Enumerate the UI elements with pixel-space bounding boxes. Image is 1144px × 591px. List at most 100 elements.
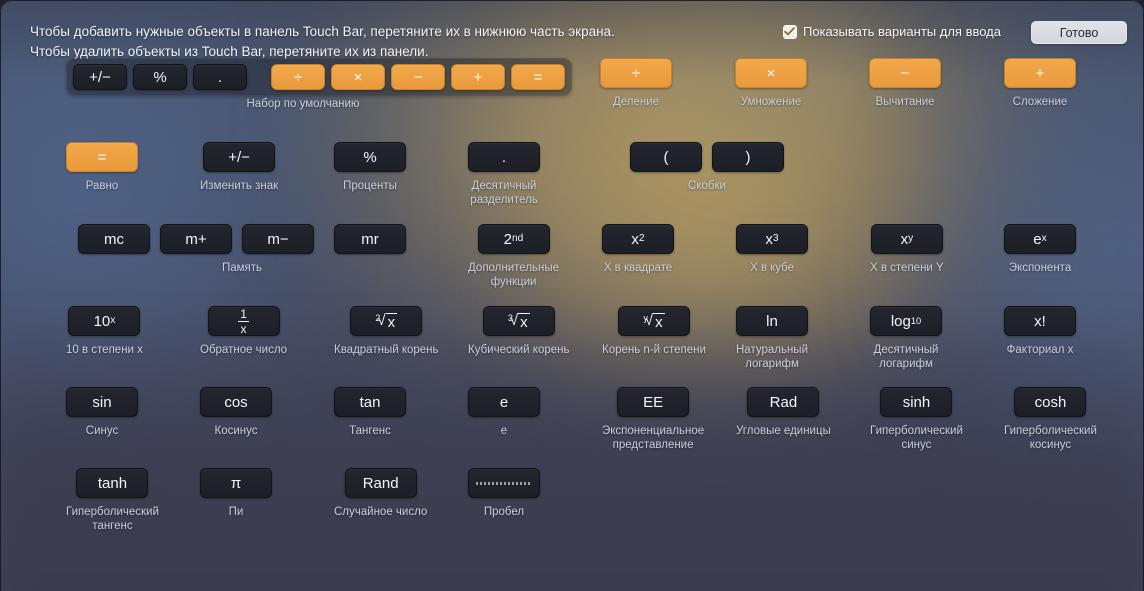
caption-cube-root: Кубический корень — [468, 344, 570, 356]
caption-factorial: Факториал x — [1006, 344, 1074, 356]
cell-memory-clear: mc — [78, 224, 150, 254]
key-nth-root[interactable]: y √ x — [617, 306, 690, 336]
default-key-1[interactable]: % — [133, 64, 187, 90]
default-key-5[interactable]: − — [391, 64, 445, 90]
done-button-label: Готово — [1059, 25, 1099, 40]
key-equals[interactable]: = — [66, 142, 138, 172]
key-cube-root[interactable]: 3 √ x — [482, 306, 555, 336]
key-subtract[interactable]: − — [869, 58, 941, 88]
key-hyperbolic-sine[interactable]: sinh — [880, 387, 953, 417]
caption-pi: Пи — [228, 506, 244, 518]
default-set-caption: Набор по умолчанию — [246, 98, 360, 110]
key-ten-power-x[interactable]: 10 x — [68, 306, 141, 336]
row-misc: tanh Гиперболический тангенс π Пи Rand Случай… — [0, 468, 1144, 548]
key-percent[interactable]: % — [334, 142, 406, 172]
key-divide[interactable]: ÷ — [600, 58, 672, 88]
done-button[interactable]: Готово — [1031, 21, 1127, 44]
key-hyperbolic-cosine[interactable]: cosh — [1014, 387, 1087, 417]
key-random-number[interactable]: Rand — [344, 468, 417, 498]
caption-sign-change: Изменить знак — [200, 180, 279, 192]
caption-nth-root: Корень n-й степени — [602, 344, 706, 356]
default-key-0[interactable]: +/− — [73, 64, 127, 90]
caption-decimal-separator: Десятичный разделитель — [470, 180, 538, 206]
row-default-set: +/−%. ÷ × − + = Набор по умолчанию ÷ Деление × У… — [0, 58, 1144, 142]
key-natural-log[interactable]: ln — [736, 306, 808, 336]
key-x-power-y[interactable]: xy — [870, 224, 943, 254]
key-parenthesis-open[interactable]: ( — [630, 142, 702, 172]
key-multiply[interactable]: × — [735, 58, 807, 88]
cell-natural-log: ln Натуральный логарифм — [736, 306, 808, 371]
cell-parenthesis-open: ( — [630, 142, 702, 172]
caption-reciprocal: Обратное число — [200, 344, 288, 356]
cell-equals: = Равно — [66, 142, 138, 193]
caption-natural-log: Натуральный логарифм — [736, 344, 808, 370]
default-key-6[interactable]: + — [451, 64, 505, 90]
cell-x-squared: x2 X в квадрате — [602, 224, 674, 275]
caption-equals: Равно — [85, 180, 119, 192]
cell-subtract: − Вычитание — [869, 58, 941, 109]
cell-sign-change: +/− Изменить знак — [200, 142, 278, 193]
show-typing-suggestions-checkbox[interactable]: Показывать варианты для ввода — [782, 24, 1001, 39]
key-square-root[interactable]: 2 √ x — [350, 306, 423, 336]
key-hyperbolic-tangent[interactable]: tanh — [76, 468, 149, 498]
key-parenthesis-close[interactable]: ) — [712, 142, 784, 172]
cell-x-cubed: x3 X в кубе — [736, 224, 808, 275]
cell-x-power-y: xy X в степени Y — [870, 224, 944, 275]
cell-log-ten: log 10 Десятичный логарифм — [870, 306, 942, 371]
caption-hyperbolic-sine: Гиперболический синус — [870, 425, 963, 451]
key-sign-change[interactable]: +/− — [203, 142, 276, 172]
key-exponential[interactable]: ex — [1004, 224, 1076, 254]
cell-space: Пробел — [468, 468, 540, 519]
default-key-3[interactable]: ÷ — [271, 64, 325, 90]
cell-percent: % Проценты — [334, 142, 406, 193]
caption-x-power-y: X в степени Y — [870, 262, 944, 274]
key-space[interactable] — [468, 468, 540, 498]
cell-angle-units: Rad Угловые единицы — [736, 387, 831, 438]
key-tangent[interactable]: tan — [334, 387, 406, 417]
key-memory-minus[interactable]: m− — [242, 224, 314, 254]
key-euler-e[interactable]: e — [468, 387, 540, 417]
cell-add: + Сложение — [1004, 58, 1076, 109]
key-sine[interactable]: sin — [66, 387, 138, 417]
cell-divide: ÷ Деление — [600, 58, 672, 109]
cell-tangent: tan Тангенс — [334, 387, 406, 438]
key-decimal-separator[interactable]: . — [468, 142, 540, 172]
key-log-ten[interactable]: log 10 — [870, 306, 942, 336]
key-x-squared[interactable]: x2 — [602, 224, 674, 254]
default-key-4[interactable]: × — [331, 64, 385, 90]
key-factorial[interactable]: x! — [1004, 306, 1076, 336]
cell-multiply: × Умножение — [735, 58, 807, 109]
key-reciprocal[interactable]: 1x — [207, 306, 280, 336]
caption-square-root: Квадратный корень — [334, 344, 439, 356]
palette-grid: +/−%. ÷ × − + = Набор по умолчанию ÷ Деление × У… — [0, 58, 1144, 548]
checkmark-icon — [782, 24, 797, 39]
caption-second-functions: Дополнительные функции — [468, 262, 560, 288]
key-memory-recall[interactable]: mr — [334, 224, 406, 254]
key-exponent-entry[interactable]: EE — [617, 387, 690, 417]
key-add[interactable]: + — [1004, 58, 1076, 88]
default-key-7[interactable]: = — [511, 64, 565, 90]
row-roots: 10 x 10 в степени x 1 x Обратное число 2 √ x Квад… — [0, 306, 1144, 387]
cell-hyperbolic-cosine: cosh Гиперболический косинус — [1004, 387, 1097, 452]
row-basic: = Равно +/− Изменить знак % Проценты. Десятичн… — [0, 142, 1144, 224]
caption-angle-units: Угловые единицы — [736, 425, 831, 437]
caption-ten-power-x: 10 в степени x — [66, 344, 143, 356]
caption-add: Сложение — [1012, 96, 1068, 108]
default-set-tray[interactable]: +/−%. ÷ × − + = — [66, 58, 572, 96]
caption-x-squared: X в квадрате — [603, 262, 673, 274]
key-x-cubed[interactable]: x3 — [736, 224, 808, 254]
key-memory-plus[interactable]: m+ — [160, 224, 232, 254]
caption-hyperbolic-cosine: Гиперболический косинус — [1004, 425, 1097, 451]
key-second-functions[interactable]: 2nd — [477, 224, 550, 254]
key-angle-units[interactable]: Rad — [747, 387, 820, 417]
caption-subtract: Вычитание — [875, 96, 935, 108]
cell-memory-recall: mr — [334, 224, 406, 254]
default-key-2[interactable]: . — [193, 64, 247, 90]
cell-random-number: Rand Случайное число — [334, 468, 427, 519]
checkbox-label: Показывать варианты для ввода — [802, 24, 1001, 39]
caption-euler-e: e — [500, 425, 508, 437]
caption-space: Пробел — [483, 506, 525, 518]
key-cosine[interactable]: cos — [200, 387, 272, 417]
key-pi[interactable]: π — [200, 468, 272, 498]
key-memory-clear[interactable]: mc — [78, 224, 150, 254]
